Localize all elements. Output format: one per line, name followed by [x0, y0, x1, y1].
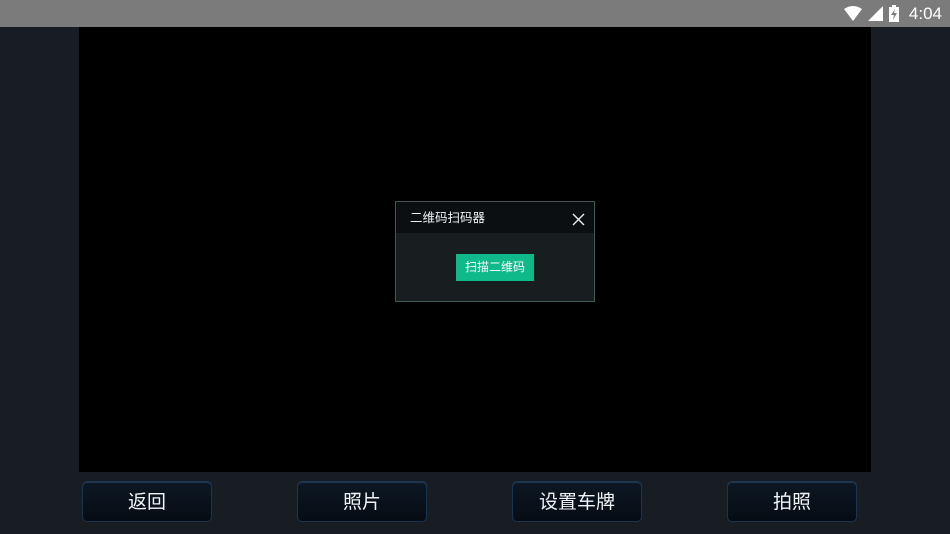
- signal-icon: [867, 6, 883, 21]
- battery-charging-icon: [888, 5, 899, 22]
- qr-scanner-dialog: 二维码扫码器 扫描二维码: [395, 201, 595, 302]
- close-icon[interactable]: [572, 211, 585, 226]
- status-time: 4:04: [908, 3, 942, 23]
- scan-qr-button[interactable]: 扫描二维码: [456, 254, 534, 281]
- take-photo-button[interactable]: 拍照: [727, 481, 857, 522]
- back-button[interactable]: 返回: [82, 481, 212, 522]
- dialog-header: 二维码扫码器: [396, 202, 594, 233]
- set-plate-button[interactable]: 设置车牌: [512, 481, 642, 522]
- photos-button[interactable]: 照片: [297, 481, 427, 522]
- status-icons: 4:04: [843, 0, 942, 27]
- wifi-icon: [843, 6, 862, 21]
- status-bar: 4:04: [0, 0, 950, 27]
- dialog-title: 二维码扫码器: [410, 210, 486, 225]
